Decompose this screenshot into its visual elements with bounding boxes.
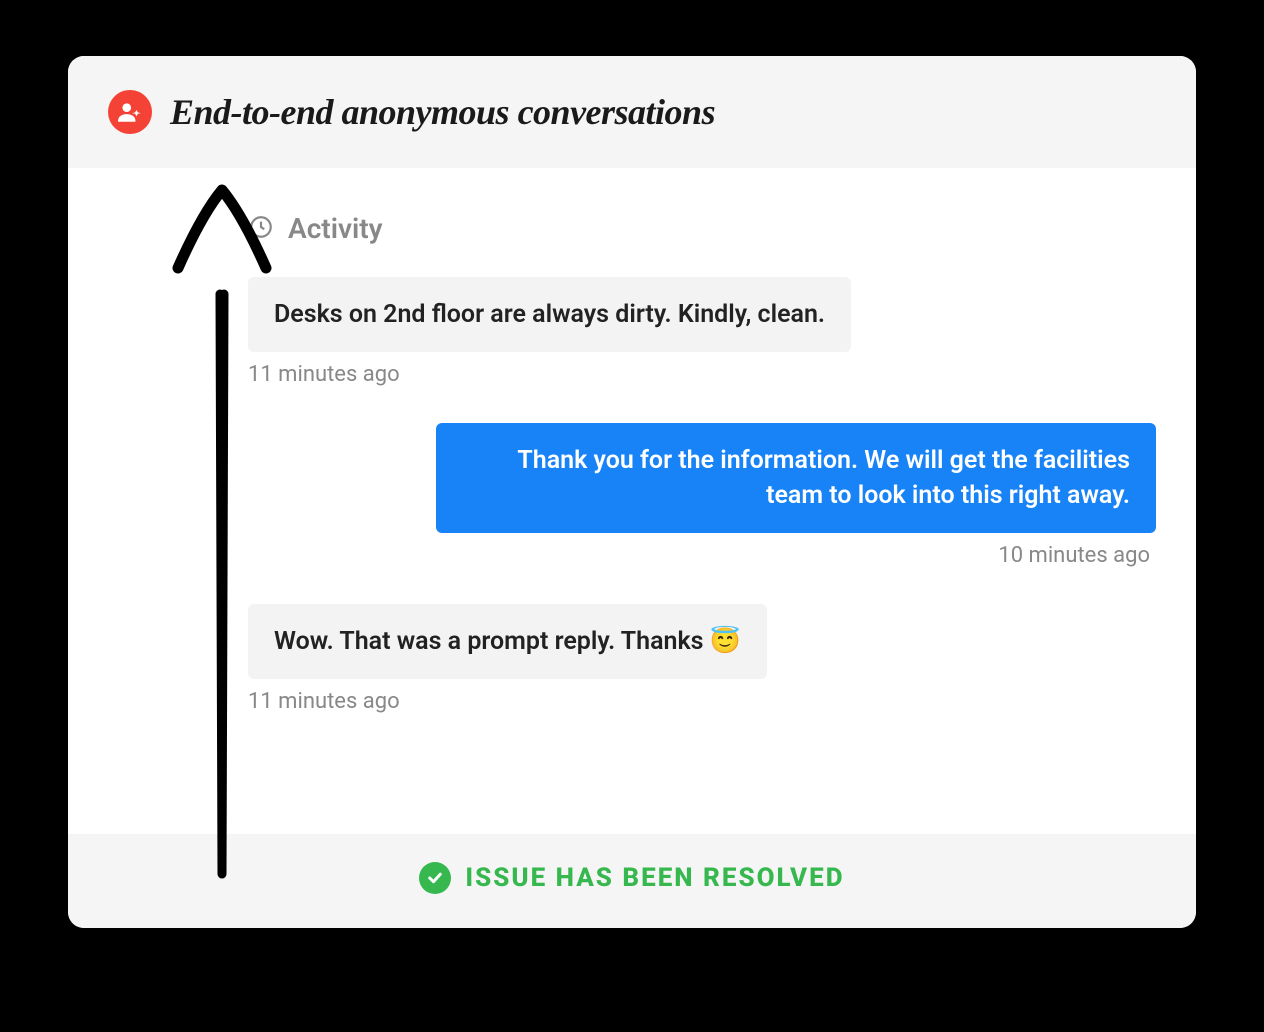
header-title: End-to-end anonymous conversations (170, 91, 715, 133)
message-timestamp: 11 minutes ago (248, 362, 1156, 387)
outgoing-message: Thank you for the information. We will g… (436, 423, 1156, 533)
card-body: Activity Desks on 2nd floor are always d… (68, 168, 1196, 834)
resolved-status-text: ISSUE HAS BEEN RESOLVED (465, 863, 844, 893)
incoming-message: Wow. That was a prompt reply. Thanks 😇 (248, 604, 767, 679)
card-header: End-to-end anonymous conversations (68, 56, 1196, 168)
activity-heading: Activity (248, 212, 1156, 245)
clock-icon (248, 214, 274, 244)
anonymous-user-icon (108, 90, 152, 134)
message-row: Thank you for the information. We will g… (248, 423, 1156, 533)
check-circle-icon (419, 862, 451, 894)
message-row: Desks on 2nd floor are always dirty. Kin… (248, 277, 1156, 352)
message-row: Wow. That was a prompt reply. Thanks 😇 (248, 604, 1156, 679)
activity-label: Activity (288, 212, 383, 245)
conversation-card: End-to-end anonymous conversations Activ… (68, 56, 1196, 928)
incoming-message: Desks on 2nd floor are always dirty. Kin… (248, 277, 851, 352)
message-timestamp: 10 minutes ago (248, 543, 1156, 568)
message-timestamp: 11 minutes ago (248, 689, 1156, 714)
card-footer: ISSUE HAS BEEN RESOLVED (68, 834, 1196, 928)
